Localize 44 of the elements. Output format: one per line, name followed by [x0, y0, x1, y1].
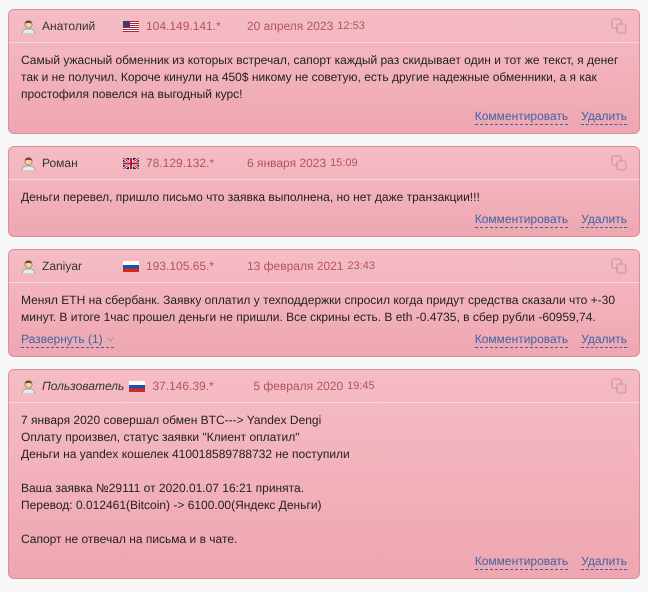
comment-link[interactable]: Комментировать — [474, 212, 568, 228]
comment-link[interactable]: Комментировать — [474, 332, 568, 348]
copy-icon[interactable] — [611, 155, 627, 171]
copy-icon[interactable] — [611, 258, 627, 274]
ip-address: 37.146.39.* — [152, 378, 215, 395]
flag-icon — [123, 260, 139, 272]
flag-icon — [129, 380, 146, 392]
author-name: Роман — [42, 155, 79, 172]
copy-icon[interactable] — [611, 18, 627, 34]
delete-link[interactable]: Удалить — [581, 332, 627, 348]
review-time: 15:09 — [330, 156, 358, 171]
author-name: Zaniyar — [42, 258, 84, 275]
ip-address: 78.129.132.* — [146, 155, 216, 172]
review-text: Менял ETH на сбербанк. Заявку оплатил у техподдержки спросил когда придут средства сказали что +-30 минут. В итоге 1час прошел деньги не пришли. Все скрины есть. В eth -0.4735, в сбер рубли -60959,74. — [21, 292, 616, 326]
review-date: 20 апреля 2023 — [247, 18, 334, 35]
flag-icon — [123, 20, 139, 32]
author-name: Анатолий — [42, 18, 96, 35]
author-name: Пользователь — [42, 378, 124, 395]
review-date: 5 февраля 2020 — [253, 378, 344, 395]
review-text: Самый ужасный обменник из которых встречал, сапорт каждый раз скидывает один и тот же текст, я денег так и не получил. Короче кинули на 450$ никому не советую, есть другие надежные обменники, а я как простофиля повелся на выгодный курс! — [21, 52, 620, 103]
flag-icon — [123, 158, 139, 168]
review-text: 7 января 2020 совершал обмен BTC---> Yandex Dengi Оплату произвел, статус заявки "Клиент оплатил" Деньги на yandex кошелек 410018589788732 не поступили — [21, 412, 351, 463]
delete-link[interactable]: Удалить — [581, 109, 627, 125]
user-icon — [21, 258, 36, 274]
review-text: Ваша заявка №29111 от 2020.01.07 16:21 принята. Перевод: 0.012461(Bitcoin) -> 6100.00(Яндекс Деньги) — [21, 480, 323, 514]
review-text: Деньги перевел, пришло письмо что заявка выполнена, но нет даже транзакции!!! — [21, 189, 481, 206]
review-time: 23:43 — [347, 258, 376, 274]
copy-icon[interactable] — [611, 378, 627, 394]
delete-link[interactable]: Удалить — [581, 212, 627, 228]
chevron-down-icon — [106, 337, 114, 342]
delete-link[interactable]: Удалить — [581, 554, 627, 570]
comment-link[interactable]: Комментировать — [474, 554, 568, 570]
review-date: 13 февраля 2021 — [247, 258, 344, 275]
ip-address: 193.105.65.* — [146, 258, 216, 275]
comment-link[interactable]: Комментировать — [474, 109, 568, 125]
expand-link[interactable]: Развернуть (1) — [21, 332, 114, 348]
user-icon — [21, 378, 36, 394]
user-icon — [21, 156, 36, 170]
review-time: 19:45 — [347, 378, 375, 394]
review-time: 12:53 — [337, 18, 365, 34]
review-text: Сапорт не отвечал на письма и в чате. — [21, 531, 238, 548]
user-icon — [21, 18, 36, 34]
review-date: 6 января 2023 — [247, 155, 326, 172]
ip-address: 104.149.141.* — [146, 18, 222, 35]
